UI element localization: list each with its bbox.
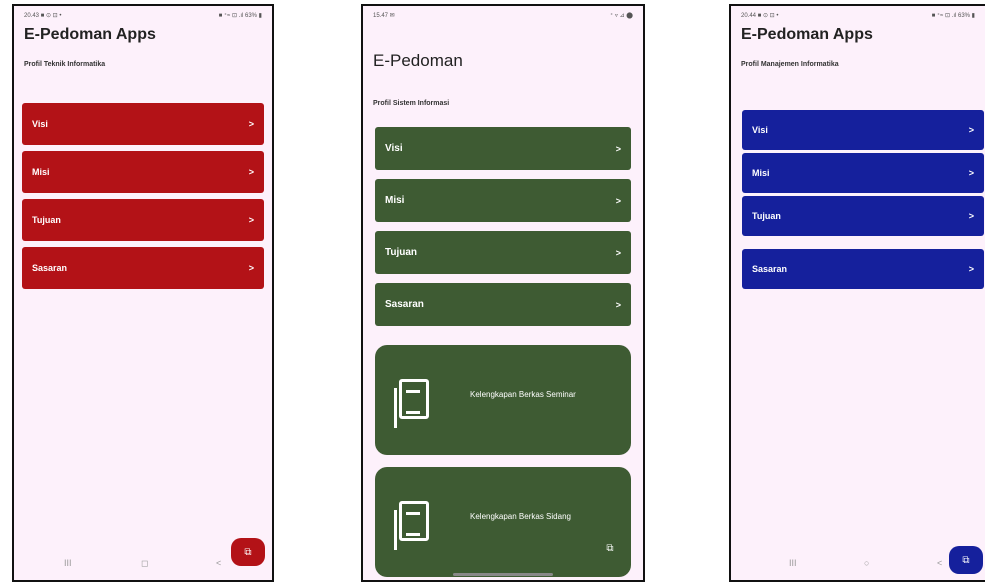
chevron-right-icon: > bbox=[615, 143, 621, 154]
menu-item-label: Tujuan bbox=[752, 211, 781, 221]
chevron-right-icon: > bbox=[615, 195, 621, 206]
chevron-right-icon: > bbox=[968, 125, 974, 135]
phone-screen-manajemen-informatika: 20.44 ■ ⊙ ⊡ • ■ ⁺≈ ⊡ .ıl 63% ▮ E-Pedoman… bbox=[729, 4, 985, 582]
menu-item-sasaran[interactable]: Sasaran > bbox=[375, 283, 631, 326]
chevron-right-icon: > bbox=[615, 247, 621, 258]
chevron-right-icon: > bbox=[968, 211, 974, 221]
status-bar: 15.47 ✉ ⁺ ▿ ⊿ ⬤ bbox=[373, 12, 633, 24]
menu-item-sasaran[interactable]: Sasaran > bbox=[742, 249, 984, 289]
menu-item-tujuan[interactable]: Tujuan > bbox=[22, 199, 264, 241]
chevron-right-icon: > bbox=[248, 167, 254, 177]
menu-item-label: Misi bbox=[32, 167, 50, 177]
status-bar: 20.43 ■ ⊙ ⊡ • ■ ⁺≈ ⊡ .ıl 63% ▮ bbox=[24, 12, 262, 24]
chevron-right-icon: > bbox=[248, 119, 254, 129]
menu-item-visi[interactable]: Visi > bbox=[22, 103, 264, 145]
menu-item-label: Visi bbox=[752, 125, 768, 135]
recent-apps-button[interactable]: III bbox=[789, 558, 797, 568]
page-subtitle: Profil Manajemen Informatika bbox=[741, 61, 839, 68]
menu-item-misi[interactable]: Misi > bbox=[22, 151, 264, 193]
status-time: 20.44 ■ ⊙ ⊡ • bbox=[741, 13, 779, 19]
phone-screen-teknik-informatika: 20.43 ■ ⊙ ⊡ • ■ ⁺≈ ⊡ .ıl 63% ▮ E-Pedoman… bbox=[12, 4, 274, 582]
menu-item-misi[interactable]: Misi > bbox=[742, 153, 984, 193]
card-label: Kelengkapan Berkas Sidang bbox=[470, 512, 571, 521]
chevron-right-icon: > bbox=[968, 264, 974, 274]
docs-icon: ⧉ bbox=[244, 546, 252, 558]
system-nav-bar: III ○ < bbox=[731, 558, 985, 572]
status-icons: ⁺ ▿ ⊿ ⬤ bbox=[610, 13, 633, 19]
home-button[interactable]: ○ bbox=[864, 558, 869, 568]
menu-item-label: Sasaran bbox=[752, 264, 788, 274]
card-berkas-seminar[interactable]: Kelengkapan Berkas Seminar bbox=[375, 345, 631, 455]
status-icons: ■ ⁺≈ ⊡ .ıl 63% ▮ bbox=[218, 13, 262, 19]
chevron-right-icon: > bbox=[248, 215, 254, 225]
menu-item-label: Tujuan bbox=[32, 215, 61, 225]
menu-item-misi[interactable]: Misi > bbox=[375, 179, 631, 222]
menu-item-label: Visi bbox=[32, 119, 48, 129]
menu-item-visi[interactable]: Visi > bbox=[375, 127, 631, 170]
card-label: Kelengkapan Berkas Seminar bbox=[470, 390, 576, 399]
menu-item-label: Visi bbox=[385, 143, 403, 154]
menu-item-tujuan[interactable]: Tujuan > bbox=[375, 231, 631, 274]
menu-item-label: Sasaran bbox=[385, 299, 424, 310]
card-berkas-sidang[interactable]: Kelengkapan Berkas Sidang bbox=[375, 467, 631, 577]
chevron-right-icon: > bbox=[248, 263, 254, 273]
phone-screen-sistem-informasi: 15.47 ✉ ⁺ ▿ ⊿ ⬤ E-Pedoman Profil Sistem … bbox=[361, 4, 645, 582]
menu-item-label: Tujuan bbox=[385, 247, 418, 258]
fab-button[interactable]: ⧉ bbox=[593, 534, 627, 562]
app-title: E-Pedoman Apps bbox=[741, 26, 873, 43]
app-title: E-Pedoman bbox=[373, 51, 463, 70]
back-button[interactable]: < bbox=[216, 558, 221, 568]
menu-item-label: Misi bbox=[752, 168, 770, 178]
page-subtitle: Profil Sistem Informasi bbox=[373, 100, 450, 107]
status-time: 20.43 ■ ⊙ ⊡ • bbox=[24, 13, 62, 19]
back-button[interactable]: < bbox=[937, 558, 942, 568]
menu-item-label: Sasaran bbox=[32, 263, 68, 273]
recent-apps-button[interactable]: III bbox=[64, 558, 72, 568]
docs-icon: ⧉ bbox=[606, 542, 614, 554]
page-subtitle: Profil Teknik Informatika bbox=[24, 61, 106, 68]
document-list-icon bbox=[394, 501, 429, 550]
app-title: E-Pedoman Apps bbox=[24, 26, 156, 43]
home-button[interactable]: ◻ bbox=[141, 558, 148, 569]
status-time: 15.47 ✉ bbox=[373, 13, 395, 19]
chevron-right-icon: > bbox=[968, 168, 974, 178]
document-list-icon bbox=[394, 379, 429, 428]
chevron-right-icon: > bbox=[615, 299, 621, 310]
status-bar: 20.44 ■ ⊙ ⊡ • ■ ⁺≈ ⊡ .ıl 63% ▮ bbox=[741, 12, 975, 24]
home-indicator[interactable] bbox=[453, 573, 553, 576]
menu-item-tujuan[interactable]: Tujuan > bbox=[742, 196, 984, 236]
status-icons: ■ ⁺≈ ⊡ .ıl 63% ▮ bbox=[931, 13, 975, 19]
menu-item-visi[interactable]: Visi > bbox=[742, 110, 984, 150]
system-nav-bar: III ◻ < bbox=[14, 558, 272, 572]
menu-item-sasaran[interactable]: Sasaran > bbox=[22, 247, 264, 289]
menu-item-label: Misi bbox=[385, 195, 405, 206]
